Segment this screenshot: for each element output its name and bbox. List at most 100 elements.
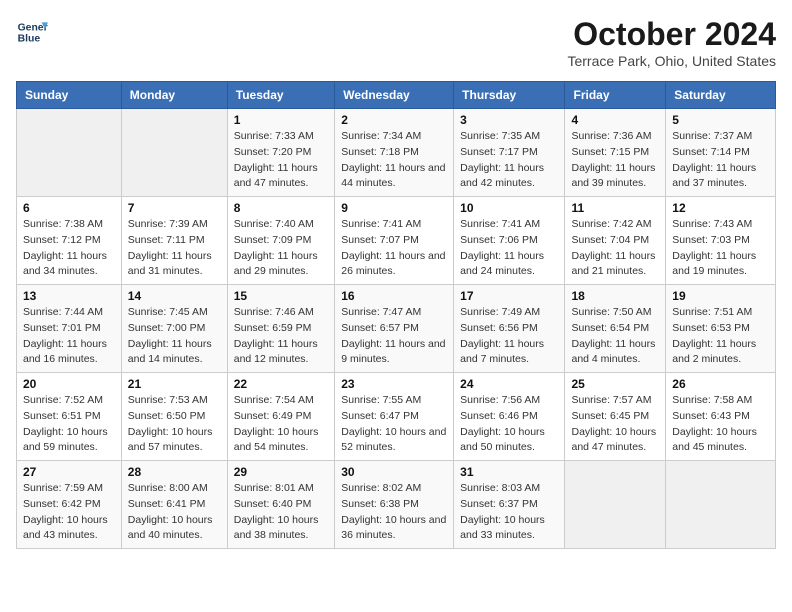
day-number: 20 xyxy=(23,377,115,391)
title-block: October 2024 Terrace Park, Ohio, United … xyxy=(567,16,776,69)
day-number: 25 xyxy=(571,377,659,391)
svg-text:Blue: Blue xyxy=(18,34,41,45)
calendar-cell xyxy=(565,461,666,549)
calendar-cell: 7 Sunrise: 7:39 AMSunset: 7:11 PMDaylight… xyxy=(121,197,227,285)
day-number: 5 xyxy=(672,113,769,127)
calendar-cell: 24Sunrise: 7:56 AMSunset: 6:46 PMDayligh… xyxy=(454,373,565,461)
day-number: 3 xyxy=(460,113,558,127)
day-detail: Sunrise: 8:03 AMSunset: 6:37 PMDaylight:… xyxy=(460,481,558,544)
calendar-header-row: SundayMondayTuesdayWednesdayThursdayFrid… xyxy=(17,82,776,109)
day-number: 13 xyxy=(23,289,115,303)
day-detail: Sunrise: 7:43 AMSunset: 7:03 PMDaylight:… xyxy=(672,217,769,280)
day-number: 31 xyxy=(460,465,558,479)
day-detail: Sunrise: 7:41 AMSunset: 7:06 PMDaylight:… xyxy=(460,217,558,280)
day-detail: Sunrise: 8:00 AMSunset: 6:41 PMDaylight:… xyxy=(128,481,221,544)
day-number: 16 xyxy=(341,289,447,303)
day-detail: Sunrise: 7:33 AMSunset: 7:20 PMDaylight:… xyxy=(234,129,328,192)
calendar-cell: 11 Sunrise: 7:42 AMSunset: 7:04 PMDayligh… xyxy=(565,197,666,285)
logo: General Blue xyxy=(16,16,48,48)
day-number: 1 xyxy=(234,113,328,127)
day-detail: Sunrise: 7:38 AMSunset: 7:12 PMDaylight:… xyxy=(23,217,115,280)
month-title: October 2024 xyxy=(567,16,776,53)
calendar-cell: 5 Sunrise: 7:37 AMSunset: 7:14 PMDaylight… xyxy=(666,109,776,197)
day-detail: Sunrise: 7:34 AMSunset: 7:18 PMDaylight:… xyxy=(341,129,447,192)
day-number: 30 xyxy=(341,465,447,479)
weekday-header: Sunday xyxy=(17,82,122,109)
weekday-header: Tuesday xyxy=(227,82,334,109)
logo-icon: General Blue xyxy=(16,16,48,48)
weekday-header: Friday xyxy=(565,82,666,109)
day-detail: Sunrise: 7:37 AMSunset: 7:14 PMDaylight:… xyxy=(672,129,769,192)
day-number: 22 xyxy=(234,377,328,391)
day-number: 14 xyxy=(128,289,221,303)
day-number: 23 xyxy=(341,377,447,391)
day-number: 27 xyxy=(23,465,115,479)
day-detail: Sunrise: 7:50 AMSunset: 6:54 PMDaylight:… xyxy=(571,305,659,368)
calendar-cell: 8 Sunrise: 7:40 AMSunset: 7:09 PMDaylight… xyxy=(227,197,334,285)
day-number: 9 xyxy=(341,201,447,215)
day-number: 7 xyxy=(128,201,221,215)
day-number: 4 xyxy=(571,113,659,127)
day-number: 21 xyxy=(128,377,221,391)
calendar-week-row: 13 Sunrise: 7:44 AMSunset: 7:01 PMDayligh… xyxy=(17,285,776,373)
calendar-cell: 3Sunrise: 7:35 AMSunset: 7:17 PMDaylight… xyxy=(454,109,565,197)
calendar-cell: 1 Sunrise: 7:33 AMSunset: 7:20 PMDaylight… xyxy=(227,109,334,197)
calendar-cell xyxy=(17,109,122,197)
calendar-cell: 6 Sunrise: 7:38 AMSunset: 7:12 PMDaylight… xyxy=(17,197,122,285)
calendar-cell: 19 Sunrise: 7:51 AMSunset: 6:53 PMDayligh… xyxy=(666,285,776,373)
day-detail: Sunrise: 7:58 AMSunset: 6:43 PMDaylight:… xyxy=(672,393,769,456)
day-number: 12 xyxy=(672,201,769,215)
calendar-cell: 26 Sunrise: 7:58 AMSunset: 6:43 PMDayligh… xyxy=(666,373,776,461)
calendar-cell: 30 Sunrise: 8:02 AMSunset: 6:38 PMDayligh… xyxy=(335,461,454,549)
calendar-cell: 27 Sunrise: 7:59 AMSunset: 6:42 PMDayligh… xyxy=(17,461,122,549)
day-number: 17 xyxy=(460,289,558,303)
weekday-header: Saturday xyxy=(666,82,776,109)
calendar-cell: 20Sunrise: 7:52 AMSunset: 6:51 PMDayligh… xyxy=(17,373,122,461)
day-detail: Sunrise: 7:39 AMSunset: 7:11 PMDaylight:… xyxy=(128,217,221,280)
calendar-cell: 10Sunrise: 7:41 AMSunset: 7:06 PMDayligh… xyxy=(454,197,565,285)
day-detail: Sunrise: 7:47 AMSunset: 6:57 PMDaylight:… xyxy=(341,305,447,368)
calendar-cell: 4 Sunrise: 7:36 AMSunset: 7:15 PMDaylight… xyxy=(565,109,666,197)
calendar-cell: 12 Sunrise: 7:43 AMSunset: 7:03 PMDayligh… xyxy=(666,197,776,285)
day-number: 19 xyxy=(672,289,769,303)
calendar-cell: 28 Sunrise: 8:00 AMSunset: 6:41 PMDayligh… xyxy=(121,461,227,549)
weekday-header: Wednesday xyxy=(335,82,454,109)
calendar-cell: 2Sunrise: 7:34 AMSunset: 7:18 PMDaylight… xyxy=(335,109,454,197)
day-detail: Sunrise: 7:54 AMSunset: 6:49 PMDaylight:… xyxy=(234,393,328,456)
calendar-table: SundayMondayTuesdayWednesdayThursdayFrid… xyxy=(16,81,776,549)
location-title: Terrace Park, Ohio, United States xyxy=(567,53,776,69)
calendar-week-row: 6 Sunrise: 7:38 AMSunset: 7:12 PMDaylight… xyxy=(17,197,776,285)
calendar-cell: 29Sunrise: 8:01 AMSunset: 6:40 PMDayligh… xyxy=(227,461,334,549)
day-detail: Sunrise: 7:42 AMSunset: 7:04 PMDaylight:… xyxy=(571,217,659,280)
day-number: 28 xyxy=(128,465,221,479)
day-number: 8 xyxy=(234,201,328,215)
calendar-cell: 13 Sunrise: 7:44 AMSunset: 7:01 PMDayligh… xyxy=(17,285,122,373)
day-number: 6 xyxy=(23,201,115,215)
day-detail: Sunrise: 7:41 AMSunset: 7:07 PMDaylight:… xyxy=(341,217,447,280)
day-detail: Sunrise: 7:57 AMSunset: 6:45 PMDaylight:… xyxy=(571,393,659,456)
calendar-cell: 15 Sunrise: 7:46 AMSunset: 6:59 PMDayligh… xyxy=(227,285,334,373)
day-detail: Sunrise: 7:36 AMSunset: 7:15 PMDaylight:… xyxy=(571,129,659,192)
calendar-cell xyxy=(666,461,776,549)
calendar-cell: 9 Sunrise: 7:41 AMSunset: 7:07 PMDaylight… xyxy=(335,197,454,285)
day-detail: Sunrise: 7:51 AMSunset: 6:53 PMDaylight:… xyxy=(672,305,769,368)
day-detail: Sunrise: 8:01 AMSunset: 6:40 PMDaylight:… xyxy=(234,481,328,544)
day-detail: Sunrise: 7:59 AMSunset: 6:42 PMDaylight:… xyxy=(23,481,115,544)
day-detail: Sunrise: 7:49 AMSunset: 6:56 PMDaylight:… xyxy=(460,305,558,368)
day-number: 11 xyxy=(571,201,659,215)
calendar-cell xyxy=(121,109,227,197)
day-number: 15 xyxy=(234,289,328,303)
day-detail: Sunrise: 7:44 AMSunset: 7:01 PMDaylight:… xyxy=(23,305,115,368)
day-detail: Sunrise: 7:40 AMSunset: 7:09 PMDaylight:… xyxy=(234,217,328,280)
calendar-cell: 21Sunrise: 7:53 AMSunset: 6:50 PMDayligh… xyxy=(121,373,227,461)
day-detail: Sunrise: 8:02 AMSunset: 6:38 PMDaylight:… xyxy=(341,481,447,544)
day-detail: Sunrise: 7:55 AMSunset: 6:47 PMDaylight:… xyxy=(341,393,447,456)
calendar-week-row: 1 Sunrise: 7:33 AMSunset: 7:20 PMDaylight… xyxy=(17,109,776,197)
day-number: 24 xyxy=(460,377,558,391)
calendar-cell: 17 Sunrise: 7:49 AMSunset: 6:56 PMDayligh… xyxy=(454,285,565,373)
day-detail: Sunrise: 7:46 AMSunset: 6:59 PMDaylight:… xyxy=(234,305,328,368)
day-number: 26 xyxy=(672,377,769,391)
calendar-cell: 16 Sunrise: 7:47 AMSunset: 6:57 PMDayligh… xyxy=(335,285,454,373)
day-number: 18 xyxy=(571,289,659,303)
weekday-header: Monday xyxy=(121,82,227,109)
